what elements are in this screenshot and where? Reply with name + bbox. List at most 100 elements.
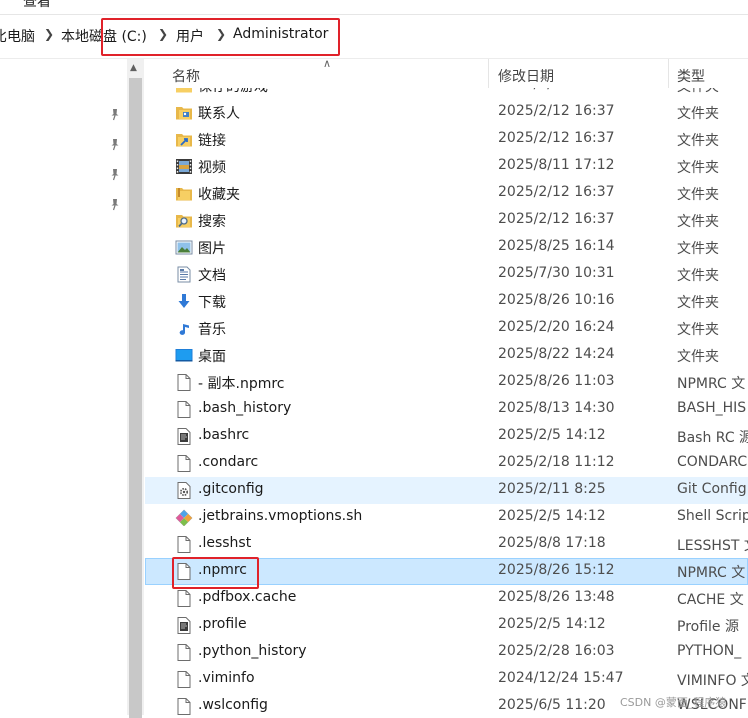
file-row[interactable]: 下载 2025/8/26 10:16 文件夹 <box>145 288 748 315</box>
view-menu[interactable]: 查看 <box>23 0 51 11</box>
file-type: CACHE 文 <box>677 592 744 608</box>
file-row[interactable]: .condarc 2025/2/18 11:12 CONDARC <box>145 450 748 477</box>
file-row[interactable]: .pdfbox.cache 2025/8/26 13:48 CACHE 文 <box>145 585 748 612</box>
column-header: ∧ 名称 修改日期 类型 <box>145 59 748 88</box>
navigation-pane[interactable] <box>0 59 126 715</box>
file-row[interactable]: 搜索 2025/2/12 16:37 文件夹 <box>145 207 748 234</box>
file-row[interactable]: 收藏夹 2025/2/12 16:37 文件夹 <box>145 180 748 207</box>
file-type: NPMRC 文 <box>677 565 746 581</box>
file-row[interactable]: .bashrc 2025/2/5 14:12 Bash RC 源 <box>145 423 748 450</box>
links-folder-icon <box>176 134 192 147</box>
blank-file-icon <box>177 698 191 715</box>
file-type: CONDARC <box>677 454 748 470</box>
file-type: 文件夹 <box>677 349 719 365</box>
downloads-folder-icon <box>178 294 190 308</box>
search-folder-icon <box>176 215 192 228</box>
file-name: .profile <box>198 616 247 632</box>
scrollbar-thumb[interactable] <box>129 78 142 718</box>
column-date-header[interactable]: 修改日期 <box>498 66 554 86</box>
blank-file-icon <box>177 590 191 607</box>
file-row[interactable]: 桌面 2025/8/22 14:24 文件夹 <box>145 342 748 369</box>
file-type: 文件夹 <box>677 241 719 257</box>
watermark: CSDN @蒙面_程序猿 <box>620 696 727 709</box>
file-row[interactable]: 视频 2025/8/11 17:12 文件夹 <box>145 153 748 180</box>
file-modified-date: 2025/8/26 10:16 <box>498 292 615 308</box>
file-row[interactable]: .lesshst 2025/8/8 17:18 LESSHST 文 <box>145 531 748 558</box>
file-modified-date: 2025/8/13 14:30 <box>498 400 615 416</box>
file-row[interactable]: .jetbrains.vmoptions.sh 2025/2/5 14:12 She… <box>145 504 748 531</box>
file-modified-date: 2024/12/24 15:47 <box>498 670 624 686</box>
file-name: .lesshst <box>198 535 252 551</box>
file-modified-date: 2025/8/11 17:12 <box>498 157 615 173</box>
file-type: BASH_HIS <box>677 400 747 416</box>
file-type: Profile 源 <box>677 619 739 635</box>
file-modified-date: 2025/8/26 11:03 <box>498 373 615 389</box>
pin-icon <box>111 109 119 121</box>
file-row[interactable]: 文档 2025/7/30 10:31 文件夹 <box>145 261 748 288</box>
file-row[interactable]: .viminfo 2024/12/24 15:47 VIMINFO 文 <box>145 666 748 693</box>
blank-file-icon <box>177 644 191 661</box>
scroll-up-arrow-icon[interactable]: ▲ <box>130 63 137 73</box>
file-type: Bash RC 源 <box>677 430 748 446</box>
file-row[interactable]: .profile 2025/2/5 14:12 Profile 源 <box>145 612 748 639</box>
file-row[interactable]: 图片 2025/8/25 16:14 文件夹 <box>145 234 748 261</box>
file-list[interactable]: 保存的游戏2025/2/12 16:37文件夹联系人2025/2/12 16:3… <box>145 59 748 715</box>
column-divider[interactable] <box>488 59 489 88</box>
file-name: .wslconfig <box>198 697 268 713</box>
file-name: 链接 <box>198 133 226 149</box>
file-row[interactable]: - 副本.npmrc 2025/8/26 11:03 NPMRC 文 <box>145 369 748 396</box>
file-name: 联系人 <box>198 106 240 122</box>
file-modified-date: 2025/2/5 14:12 <box>498 508 606 524</box>
file-modified-date: 2025/2/12 16:37 <box>498 211 615 227</box>
documents-folder-icon <box>177 266 191 283</box>
file-modified-date: 2025/2/12 16:37 <box>498 130 615 146</box>
file-type: 文件夹 <box>677 214 719 230</box>
script-file-icon <box>177 617 191 634</box>
file-modified-date: 2025/2/5 14:12 <box>498 427 606 443</box>
file-name: .gitconfig <box>198 481 264 497</box>
chevron-right-icon[interactable]: ❯ <box>44 27 54 41</box>
git-diamond-icon <box>175 509 193 526</box>
file-type: LESSHST 文 <box>677 538 748 554</box>
file-modified-date: 2025/8/22 14:24 <box>498 346 615 362</box>
pin-icon <box>111 199 119 211</box>
file-modified-date: 2025/2/5 14:12 <box>498 616 606 632</box>
file-modified-date: 2025/6/5 11:20 <box>498 697 606 713</box>
file-modified-date: 2025/8/8 17:18 <box>498 535 606 551</box>
file-row[interactable]: 链接 2025/2/12 16:37 文件夹 <box>145 126 748 153</box>
file-type: 文件夹 <box>677 133 719 149</box>
file-row[interactable]: .bash_history 2025/8/13 14:30 BASH_HIS <box>145 396 748 423</box>
column-name-header[interactable]: 名称 <box>172 66 200 86</box>
blank-file-icon <box>177 374 191 391</box>
file-modified-date: 2025/2/12 16:37 <box>498 103 615 119</box>
file-row[interactable]: 联系人 2025/2/12 16:37 文件夹 <box>145 99 748 126</box>
file-modified-date: 2025/2/12 16:37 <box>498 184 615 200</box>
sort-ascending-icon: ∧ <box>323 59 332 70</box>
file-type: NPMRC 文 <box>677 376 746 392</box>
file-modified-date: 2025/2/18 11:12 <box>498 454 615 470</box>
file-name: 下载 <box>198 295 226 311</box>
file-modified-date: 2025/2/20 16:24 <box>498 319 615 335</box>
nav-scrollbar[interactable]: ▲ <box>127 59 144 718</box>
script-file-icon <box>177 428 191 445</box>
column-type-header[interactable]: 类型 <box>677 66 705 86</box>
file-name: 搜索 <box>198 214 226 230</box>
file-type: 文件夹 <box>677 295 719 311</box>
blank-file-icon <box>177 401 191 418</box>
file-row[interactable]: .gitconfig 2025/2/11 8:25 Git Config <box>145 477 748 504</box>
file-name: 文档 <box>198 268 226 284</box>
breadcrumb-this-pc[interactable]: 比电脑 <box>0 26 35 46</box>
video-folder-icon <box>176 159 192 174</box>
pictures-folder-icon <box>175 240 193 255</box>
column-divider[interactable] <box>668 59 669 88</box>
file-name: .jetbrains.vmoptions.sh <box>198 508 363 524</box>
file-type: 文件夹 <box>677 106 719 122</box>
file-modified-date: 2025/2/11 8:25 <box>498 481 606 497</box>
file-row[interactable]: 音乐 2025/2/20 16:24 文件夹 <box>145 315 748 342</box>
file-name: .condarc <box>198 454 259 470</box>
pin-icon <box>111 139 119 151</box>
file-modified-date: 2025/8/26 13:48 <box>498 589 615 605</box>
file-row[interactable]: .python_history 2025/2/28 16:03 PYTHON_ <box>145 639 748 666</box>
file-type: Git Config <box>677 481 747 497</box>
highlight-box-address <box>101 18 340 56</box>
